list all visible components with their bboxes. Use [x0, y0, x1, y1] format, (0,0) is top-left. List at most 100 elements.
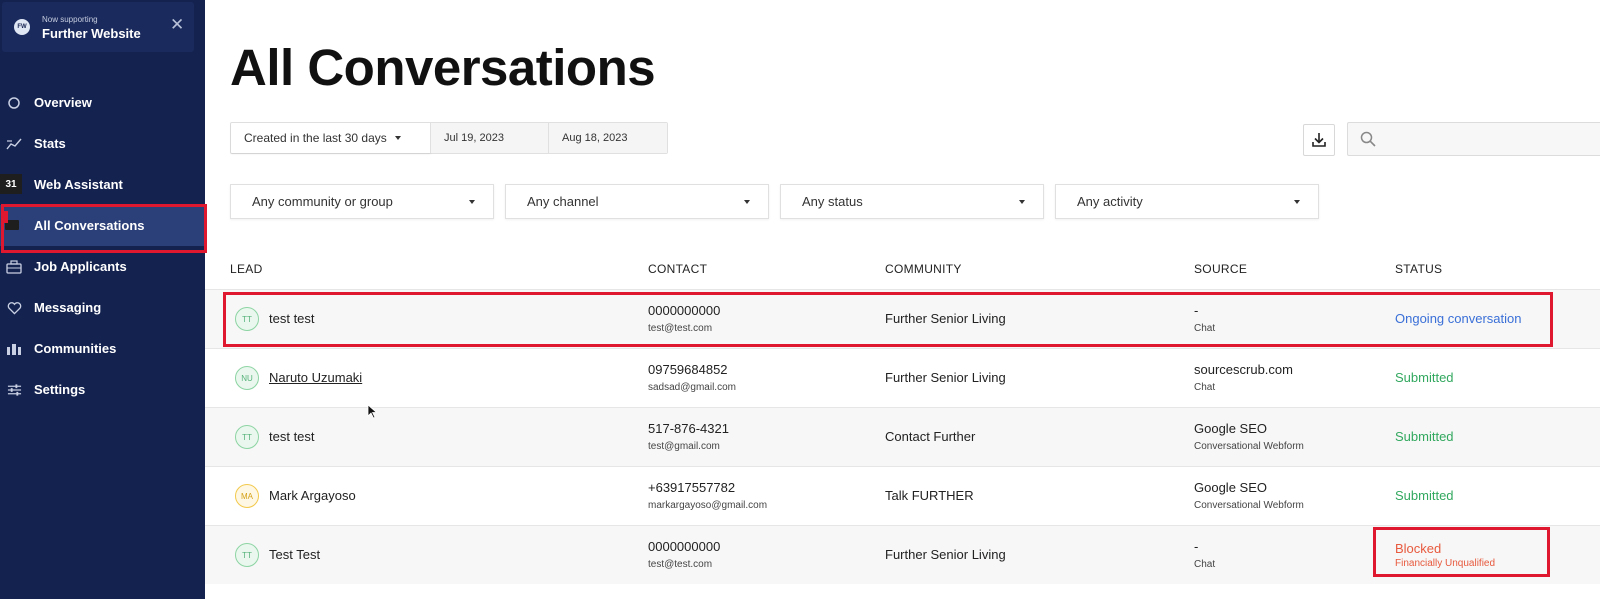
building-icon: [6, 341, 22, 357]
sidebar-item-label: Communities: [34, 341, 117, 356]
download-icon: [1312, 133, 1326, 147]
status-column-header[interactable]: STATUS: [1395, 262, 1442, 276]
end-date-field[interactable]: Aug 18, 2023: [549, 123, 667, 153]
avatar: NU: [235, 366, 259, 390]
community-name: Contact Further: [885, 429, 976, 444]
org-logo: FW: [14, 19, 30, 35]
sidebar-item-overview[interactable]: Overview: [0, 82, 205, 123]
sidebar-item-label: Settings: [34, 382, 86, 397]
sidebar: FW Now supporting Further Website ✕ Over…: [0, 0, 207, 599]
sidebar-nav: Overview Stats 31 Web Assistant All Conv…: [0, 82, 207, 410]
table-row[interactable]: MA Mark Argayoso +63917557782 markargayo…: [205, 466, 1600, 525]
caret-down-icon: [744, 199, 750, 204]
table-row[interactable]: NU Naruto Uzumaki 09759684852 sadsad@gma…: [205, 348, 1600, 407]
table-row[interactable]: TT test test 0000000000 test@test.com Fu…: [205, 289, 1600, 348]
stats-icon: [6, 136, 22, 152]
lead-name[interactable]: test test: [269, 429, 315, 444]
avatar: TT: [235, 307, 259, 331]
activity-filter-label: Any activity: [1077, 194, 1143, 209]
source-name: -: [1194, 539, 1199, 554]
sliders-icon: [6, 382, 22, 398]
status-filter[interactable]: Any status: [780, 184, 1044, 219]
table-row[interactable]: TT test test 517-876-4321 test@gmail.com…: [205, 407, 1600, 466]
source-channel: Chat: [1194, 382, 1216, 393]
source-column-header[interactable]: SOURCE: [1194, 262, 1247, 276]
source-name: sourcescrub.com: [1194, 362, 1293, 377]
community-filter[interactable]: Any community or group: [230, 184, 494, 219]
caret-down-icon: [1294, 199, 1300, 204]
search-icon: [1360, 131, 1376, 147]
lead-name[interactable]: Mark Argayoso: [269, 488, 356, 503]
caret-down-icon: [469, 199, 475, 204]
date-range-label: Created in the last 30 days: [244, 131, 387, 145]
main-content: All Conversations Created in the last 30…: [205, 0, 1600, 599]
start-date-field[interactable]: Jul 19, 2023: [431, 123, 549, 153]
lead-name[interactable]: Naruto Uzumaki: [269, 370, 362, 385]
source-channel: Chat: [1194, 559, 1216, 570]
sidebar-item-label: Overview: [34, 95, 92, 110]
sidebar-item-settings[interactable]: Settings: [0, 369, 205, 410]
community-column-header[interactable]: COMMUNITY: [885, 262, 962, 276]
channel-filter-label: Any channel: [527, 194, 599, 209]
table-row[interactable]: TT Test Test 0000000000 test@test.com Fu…: [205, 525, 1600, 584]
contact-phone: +63917557782: [648, 480, 736, 495]
sidebar-item-label: Job Applicants: [34, 259, 127, 274]
close-icon[interactable]: ✕: [170, 16, 184, 33]
contact-phone: 0000000000: [648, 303, 721, 318]
community-name: Further Senior Living: [885, 370, 1006, 385]
circle-icon: [6, 95, 22, 111]
status-badge: Blocked: [1395, 541, 1442, 556]
source-channel: Conversational Webform: [1194, 500, 1304, 511]
source-name: -: [1194, 303, 1199, 318]
sidebar-item-web-assistant[interactable]: 31 Web Assistant: [0, 164, 205, 205]
community-name: Further Senior Living: [885, 311, 1006, 326]
contact-email: test@test.com: [648, 559, 713, 570]
community-name: Talk FURTHER: [885, 488, 974, 503]
sidebar-item-messaging[interactable]: Messaging: [0, 287, 205, 328]
date-range-dropdown[interactable]: Created in the last 30 days: [231, 123, 431, 153]
mouse-cursor-icon: [367, 404, 378, 419]
status-badge: Ongoing conversation: [1395, 311, 1522, 326]
contact-column-header[interactable]: CONTACT: [648, 262, 707, 276]
org-switcher[interactable]: FW Now supporting Further Website ✕: [2, 2, 194, 52]
source-name: Google SEO: [1194, 480, 1267, 495]
sidebar-item-label: Web Assistant: [34, 177, 123, 192]
chat-icon: [4, 218, 20, 234]
activity-filter[interactable]: Any activity: [1055, 184, 1319, 219]
contact-phone: 09759684852: [648, 362, 728, 377]
community-name: Further Senior Living: [885, 547, 1006, 562]
date-filter: Created in the last 30 days Jul 19, 2023…: [230, 122, 668, 154]
sidebar-item-job-applicants[interactable]: Job Applicants: [0, 246, 205, 287]
source-channel: Conversational Webform: [1194, 441, 1304, 452]
org-supporting-label: Now supporting: [42, 15, 98, 24]
sidebar-item-stats[interactable]: Stats: [0, 123, 205, 164]
status-filter-label: Any status: [802, 194, 863, 209]
active-indicator: [2, 211, 8, 223]
contact-email: markargayoso@gmail.com: [648, 500, 768, 511]
sidebar-item-label: Stats: [34, 136, 66, 151]
download-button[interactable]: [1303, 124, 1335, 156]
search-input[interactable]: [1347, 122, 1600, 156]
filter-bar: Any community or group Any channel Any s…: [230, 184, 1330, 219]
status-badge: Submitted: [1395, 370, 1454, 385]
contact-phone: 0000000000: [648, 539, 721, 554]
status-badge: Submitted: [1395, 488, 1454, 503]
lead-name[interactable]: test test: [269, 311, 315, 326]
contact-email: test@gmail.com: [648, 441, 720, 452]
avatar: MA: [235, 484, 259, 508]
sidebar-item-all-conversations[interactable]: All Conversations: [0, 204, 207, 253]
community-filter-label: Any community or group: [252, 194, 393, 209]
contact-email: test@test.com: [648, 323, 713, 334]
status-reason: Financially Unqualified: [1395, 558, 1496, 569]
channel-filter[interactable]: Any channel: [505, 184, 769, 219]
contact-phone: 517-876-4321: [648, 421, 729, 436]
contact-email: sadsad@gmail.com: [648, 382, 736, 393]
sidebar-item-communities[interactable]: Communities: [0, 328, 205, 369]
heart-icon: [6, 300, 22, 316]
source-name: Google SEO: [1194, 421, 1267, 436]
calendar-icon: 31: [0, 174, 22, 194]
briefcase-icon: [6, 259, 22, 275]
lead-name[interactable]: Test Test: [269, 547, 320, 562]
lead-column-header[interactable]: LEAD: [230, 262, 263, 276]
sidebar-item-label: Messaging: [34, 300, 102, 315]
